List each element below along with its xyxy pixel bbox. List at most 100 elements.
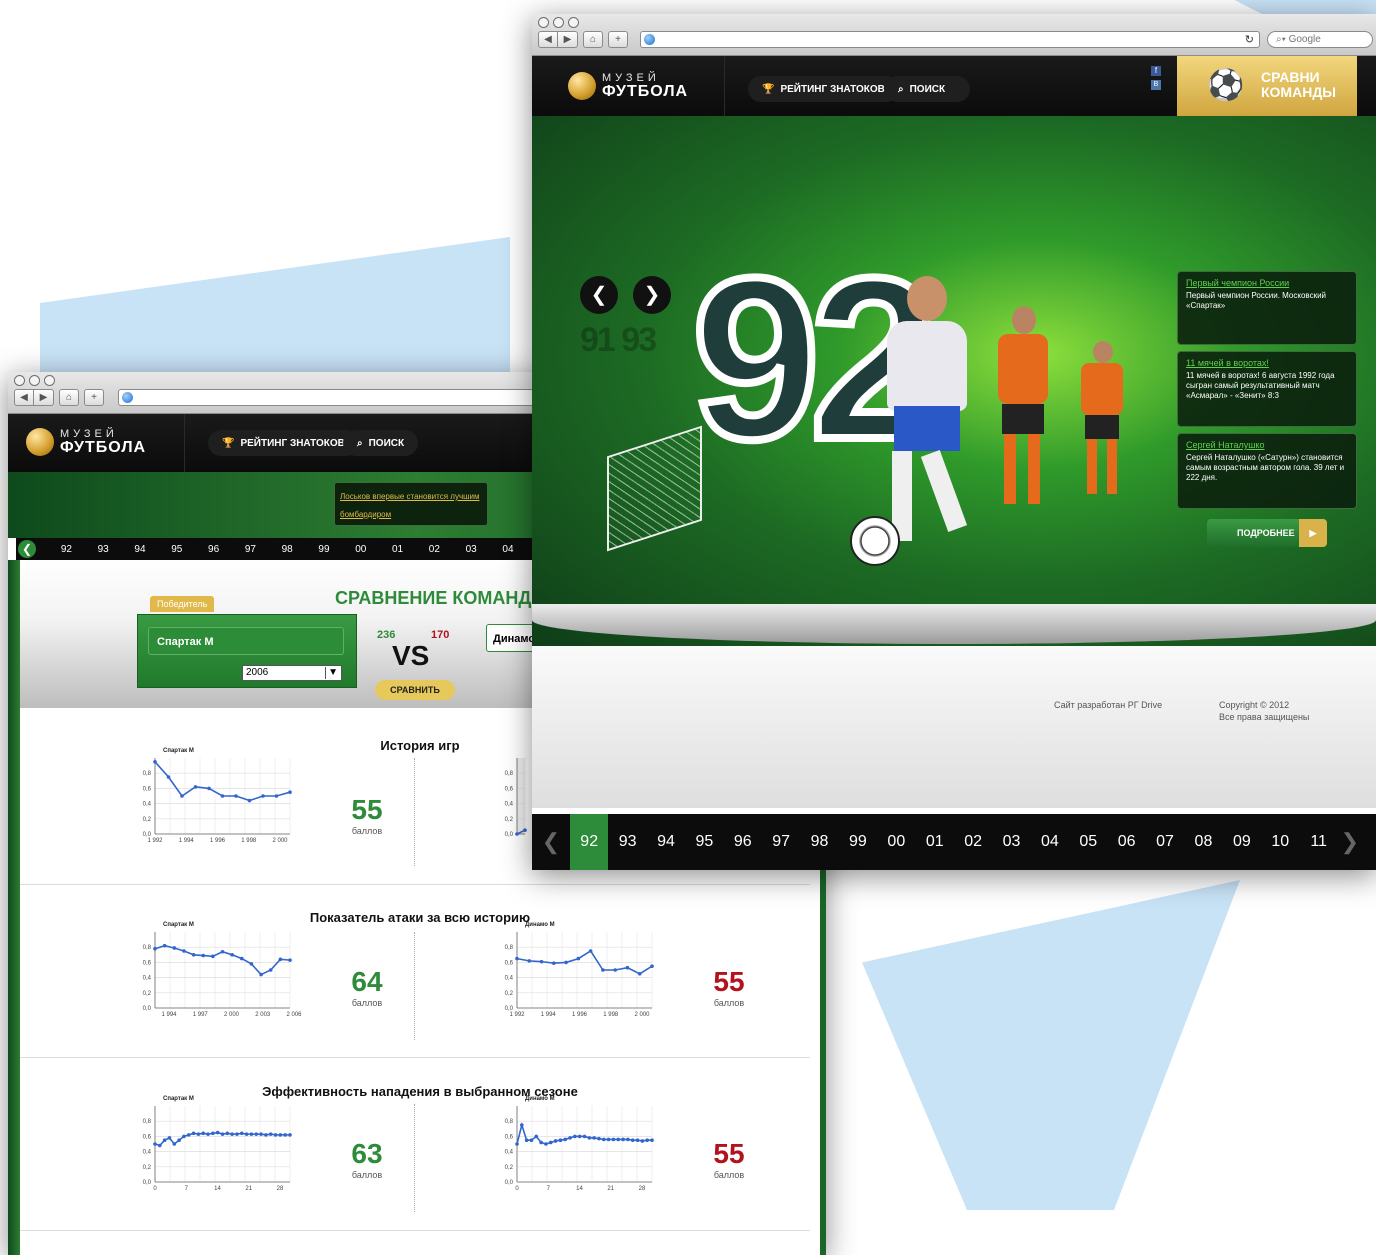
data-point (220, 949, 225, 954)
news-card[interactable]: Сергей Наталушко Сергей Наталушко («Сатур… (1177, 433, 1357, 509)
year-item[interactable]: 05 (1069, 814, 1107, 870)
forward-arrow-icon[interactable]: ▶ (34, 389, 54, 406)
footer-copyright: Copyright © 2012 (1219, 700, 1290, 710)
year-item[interactable]: 01 (379, 544, 416, 555)
compare-button[interactable]: СРАВНИТЬ (375, 680, 455, 700)
x-tick-label: 14 (576, 1186, 583, 1192)
year-item[interactable]: 03 (453, 544, 490, 555)
year-item[interactable]: 97 (762, 814, 800, 870)
year-item[interactable]: 03 (992, 814, 1030, 870)
next-arrow-icon[interactable]: ❯ (1338, 829, 1362, 855)
footer-developer[interactable]: Сайт разработан РГ Drive (1054, 700, 1162, 710)
x-tick-label: 1 997 (193, 1012, 209, 1018)
nav-rating-button[interactable]: 🏆 РЕЙТИНГ ЗНАТОКОВ (748, 76, 899, 102)
year-item[interactable]: 00 (342, 544, 379, 555)
data-point (606, 1137, 611, 1142)
x-tick-label: 14 (214, 1186, 221, 1192)
year-item[interactable]: 99 (306, 544, 343, 555)
x-tick-label: 1 992 (147, 838, 163, 844)
year-item[interactable]: 97 (232, 544, 269, 555)
news-card[interactable]: 11 мячей в воротах! 11 мячей в воротах! 6… (1177, 351, 1357, 427)
more-button[interactable]: ПОДРОБНЕЕ ▶ (1207, 519, 1327, 547)
banner-news[interactable]: Лоськов впервые становится лучшим бомбар… (334, 482, 488, 526)
data-point (524, 1138, 529, 1142)
year-item[interactable]: 04 (1031, 814, 1069, 870)
team1-select[interactable]: Спартак М (148, 627, 344, 655)
browser-window-main: ◀ ▶ ⌂ + ↻ ⌕▾ Google МУЗЕЙ ФУТБОЛА 🏆 РЕЙТИНГ… (532, 14, 1376, 870)
data-point (625, 965, 630, 970)
prev-year-label[interactable]: 91 (580, 321, 616, 359)
data-point (230, 1132, 234, 1136)
year-item[interactable]: 94 (647, 814, 685, 870)
year-item[interactable]: 95 (158, 544, 195, 555)
reload-icon[interactable]: ↻ (1245, 33, 1254, 46)
back-arrow-icon[interactable]: ◀ (538, 31, 558, 48)
year-item[interactable]: 96 (195, 544, 232, 555)
x-tick-label: 1 998 (603, 1012, 619, 1018)
x-tick-label: 7 (547, 1186, 551, 1192)
year-item[interactable]: 93 (608, 814, 646, 870)
facebook-icon[interactable]: f (1151, 66, 1161, 76)
home-icon[interactable]: ⌂ (583, 31, 603, 48)
year-item[interactable]: 93 (85, 544, 122, 555)
address-bar[interactable]: ↻ (640, 31, 1260, 48)
year-item[interactable]: 07 (1146, 814, 1184, 870)
year-item[interactable]: 96 (724, 814, 762, 870)
prev-year-button[interactable]: ❮ (580, 276, 618, 314)
nav-search-label: ПОИСК (909, 83, 946, 95)
google-search-input[interactable]: ⌕▾ Google (1267, 31, 1373, 48)
news-title[interactable]: Первый чемпион России (1186, 278, 1348, 288)
data-point (630, 1138, 635, 1142)
data-point (162, 1138, 167, 1142)
y-tick-label: 0,0 (505, 832, 514, 838)
year-item[interactable]: 00 (877, 814, 915, 870)
year-item[interactable]: 01 (916, 814, 954, 870)
add-tab-icon[interactable]: + (84, 389, 104, 406)
home-icon[interactable]: ⌂ (59, 389, 79, 406)
site-logo[interactable]: МУЗЕЙ ФУТБОЛА (26, 428, 146, 456)
year-item[interactable]: 02 (416, 544, 453, 555)
prev-year-arrow-icon[interactable]: ❮ (18, 540, 36, 558)
next-year-button[interactable]: ❯ (633, 276, 671, 314)
nav-search-button[interactable]: ⌕ ПОИСК (884, 76, 970, 102)
year-item[interactable]: 95 (685, 814, 723, 870)
site-logo[interactable]: МУЗЕЙ ФУТБОЛА (568, 72, 688, 100)
year-item[interactable]: 06 (1107, 814, 1145, 870)
data-point (167, 1136, 172, 1140)
data-point (261, 794, 265, 798)
year-item[interactable]: 04 (490, 544, 527, 555)
team1-card: Спартак М 2006 ▼ (137, 614, 357, 688)
data-point (239, 956, 244, 961)
year-item[interactable]: 92 (48, 544, 85, 555)
y-tick-label: 0,4 (143, 802, 152, 808)
nav-rating-button[interactable]: 🏆 РЕЙТИНГ ЗНАТОКОВ (208, 430, 359, 456)
x-tick-label: 1 994 (179, 838, 195, 844)
site-header: МУЗЕЙ ФУТБОЛА 🏆 РЕЙТИНГ ЗНАТОКОВ ⌕ ПОИСК f … (532, 56, 1376, 128)
year-item[interactable]: 08 (1184, 814, 1222, 870)
season-select[interactable]: 2006 ▼ (242, 665, 342, 681)
year-item[interactable]: 02 (954, 814, 992, 870)
year-item[interactable]: 11 (1299, 814, 1337, 870)
add-tab-icon[interactable]: + (608, 31, 628, 48)
news-card[interactable]: Первый чемпион России Первый чемпион Росс… (1177, 271, 1357, 345)
year-item[interactable]: 94 (122, 544, 159, 555)
prev-arrow-icon[interactable]: ❮ (532, 829, 570, 855)
vk-icon[interactable]: B (1151, 80, 1161, 90)
forward-arrow-icon[interactable]: ▶ (558, 31, 578, 48)
next-year-label[interactable]: 93 (621, 321, 657, 359)
window-controls[interactable] (538, 17, 579, 28)
year-item[interactable]: 98 (269, 544, 306, 555)
year-item[interactable]: 92 (570, 814, 609, 870)
news-title[interactable]: Сергей Наталушко (1186, 440, 1348, 450)
back-arrow-icon[interactable]: ◀ (14, 389, 34, 406)
year-item[interactable]: 09 (1223, 814, 1261, 870)
nav-search-button[interactable]: ⌕ ПОИСК (343, 430, 419, 456)
data-point (577, 1134, 582, 1139)
news-title[interactable]: 11 мячей в воротах! (1186, 358, 1348, 368)
year-item[interactable]: 98 (800, 814, 838, 870)
data-point (201, 953, 206, 958)
banner-news-link[interactable]: Лоськов впервые становится лучшим бомбар… (340, 492, 480, 519)
year-item[interactable]: 10 (1261, 814, 1299, 870)
year-item[interactable]: 99 (839, 814, 877, 870)
window-controls[interactable] (14, 375, 55, 386)
